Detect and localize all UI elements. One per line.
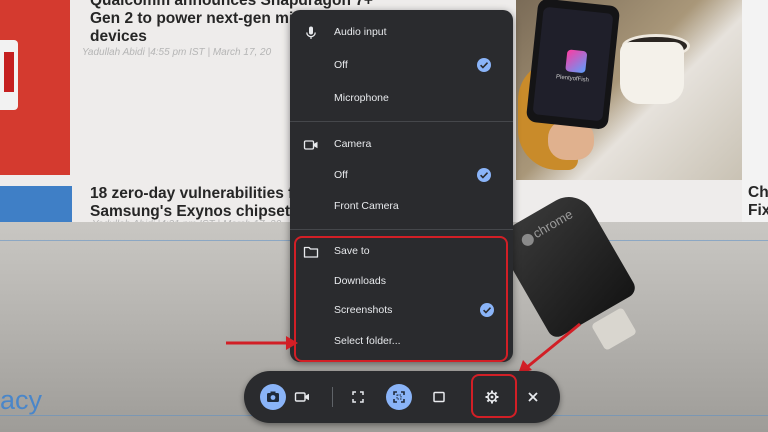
- menu-divider: [290, 121, 513, 122]
- section-header-camera: Camera: [290, 132, 513, 158]
- background-partial-text: acy: [0, 385, 43, 415]
- article-headline-2: 18 zero-day vulnerabilities f Samsung's …: [90, 185, 299, 220]
- close-icon: [528, 392, 538, 402]
- camera-label: Camera: [334, 138, 372, 150]
- annotation-arrow-icon: [226, 336, 298, 350]
- window-capture-button[interactable]: [426, 384, 452, 410]
- microphone-icon: [303, 25, 319, 41]
- option-front-camera[interactable]: Front Camera: [290, 194, 513, 220]
- article-thumbnail-red: [0, 0, 70, 175]
- menu-divider: [290, 229, 513, 230]
- right-article-strip: Ch Fix: [742, 0, 768, 232]
- screen-record-icon: [294, 392, 309, 402]
- partial-capture-icon: [393, 391, 405, 403]
- screen-record-mode-button[interactable]: [289, 384, 315, 410]
- option-audio-microphone[interactable]: Microphone: [290, 86, 513, 112]
- annotation-highlight-save-to: [294, 236, 508, 362]
- partial-capture-button[interactable]: [386, 384, 412, 410]
- photo-mug: [620, 42, 684, 104]
- screenshot-camera-icon: [267, 391, 279, 402]
- screenshot-mode-button[interactable]: [260, 384, 286, 410]
- close-capture-button[interactable]: [520, 384, 546, 410]
- camera-icon: [303, 137, 319, 153]
- toolbar-divider: [332, 387, 333, 407]
- photo-phone: PlentyofFish: [525, 0, 621, 130]
- option-audio-off[interactable]: Off: [290, 53, 513, 79]
- article-byline-1: Yadullah Abidi |4:55 pm IST | March 17, …: [82, 47, 272, 58]
- audio-input-label: Audio input: [334, 26, 387, 38]
- annotation-highlight-settings: [471, 374, 517, 418]
- window-capture-icon: [433, 391, 445, 403]
- checkmark-icon: [477, 58, 491, 72]
- option-camera-off[interactable]: Off: [290, 163, 513, 189]
- section-header-audio-input: Audio input: [290, 20, 513, 46]
- fullscreen-capture-button[interactable]: [345, 384, 371, 410]
- checkmark-icon: [477, 168, 491, 182]
- thumbnail-phone: [0, 40, 18, 110]
- fullscreen-capture-icon: [352, 391, 364, 403]
